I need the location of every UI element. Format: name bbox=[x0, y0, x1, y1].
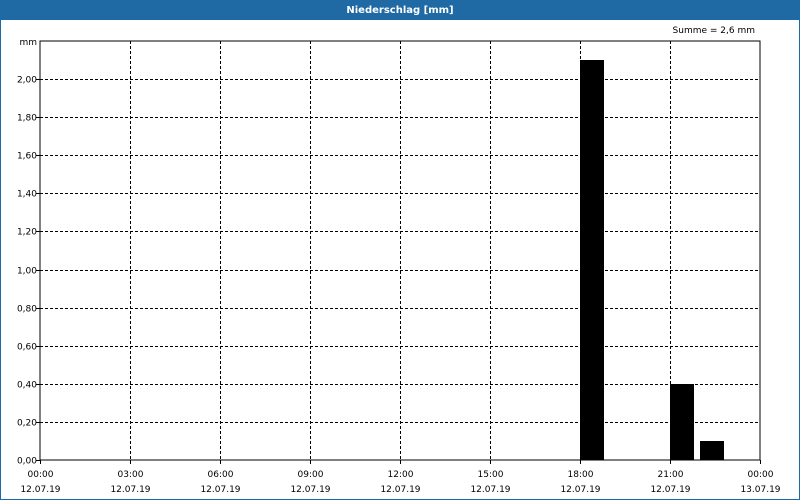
x-tick-time-label: 00:00 bbox=[28, 470, 54, 480]
x-tick-date-label: 12.07.19 bbox=[470, 485, 510, 495]
x-tick-time-label: 15:00 bbox=[478, 470, 504, 480]
x-tick-date-label: 12.07.19 bbox=[290, 485, 330, 495]
precipitation-bar bbox=[700, 441, 724, 461]
y-tick-label: 0,60 bbox=[17, 343, 37, 353]
x-tick-date-label: 12.07.19 bbox=[650, 485, 690, 495]
x-tick-time-label: 03:00 bbox=[118, 470, 144, 480]
x-tick-time-label: 09:00 bbox=[298, 470, 324, 480]
x-tick-time-label: 00:00 bbox=[748, 470, 774, 480]
x-tick-date-label: 12.07.19 bbox=[560, 485, 600, 495]
precipitation-bar bbox=[670, 384, 694, 461]
x-tick-time-label: 18:00 bbox=[568, 470, 594, 480]
bar-layer bbox=[580, 60, 724, 461]
y-axis-unit-label: mm bbox=[19, 38, 37, 48]
y-tick-label: 2,00 bbox=[17, 76, 37, 86]
y-tick-label: 1,20 bbox=[17, 228, 37, 238]
axis-layer: 0,00 0,20 0,40 0,60 0,80 1,00 1,20 1,40 1,60 1,80… bbox=[17, 38, 781, 495]
y-tick-label: 1,80 bbox=[17, 114, 37, 124]
y-tick-label: 0,40 bbox=[17, 381, 37, 391]
precipitation-bar bbox=[580, 60, 604, 461]
y-tick-label: 1,60 bbox=[17, 152, 37, 162]
x-tick-date-label: 12.07.19 bbox=[200, 485, 240, 495]
x-tick-time-label: 06:00 bbox=[208, 470, 234, 480]
y-tick-label: 1,40 bbox=[17, 190, 37, 200]
grid-layer bbox=[40, 41, 760, 460]
y-tick-label: 0,20 bbox=[17, 419, 37, 429]
x-tick-date-label: 12.07.19 bbox=[20, 485, 60, 495]
y-tick-label: 0,80 bbox=[17, 305, 37, 315]
y-tick-label: 1,00 bbox=[17, 267, 37, 277]
x-tick-date-label: 12.07.19 bbox=[110, 485, 150, 495]
x-tick-date-label: 13.07.19 bbox=[740, 485, 780, 495]
x-tick-time-label: 12:00 bbox=[388, 470, 414, 480]
y-tick-label: 0,00 bbox=[17, 457, 37, 467]
precipitation-chart: 0,00 0,20 0,40 0,60 0,80 1,00 1,20 1,40 1,60 1,80… bbox=[17, 38, 781, 495]
x-tick-date-label: 12.07.19 bbox=[380, 485, 420, 495]
x-tick-time-label: 21:00 bbox=[658, 470, 684, 480]
